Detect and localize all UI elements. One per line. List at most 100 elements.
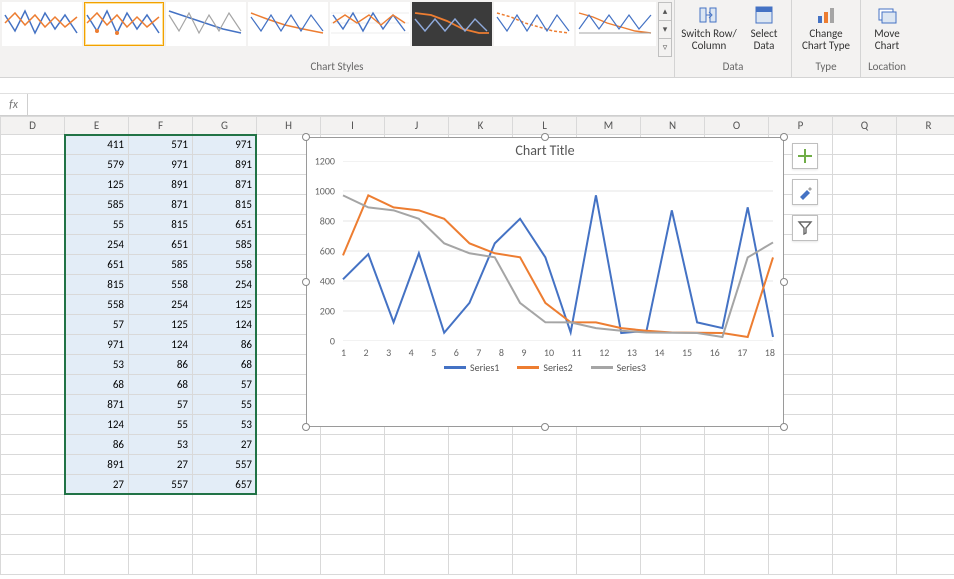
cell-O21[interactable] bbox=[705, 535, 769, 555]
cell-I21[interactable] bbox=[321, 535, 385, 555]
resize-handle-s[interactable] bbox=[541, 423, 549, 431]
cell-R6[interactable] bbox=[897, 235, 954, 255]
resize-handle-se[interactable] bbox=[780, 423, 788, 431]
change-chart-type-button[interactable]: Change Chart Type bbox=[798, 2, 854, 52]
cell-E2[interactable]: 579 bbox=[65, 155, 129, 175]
cell-I22[interactable] bbox=[321, 555, 385, 575]
cell-G16[interactable]: 27 bbox=[193, 435, 257, 455]
chart-filters-button[interactable] bbox=[792, 215, 818, 241]
column-header-L[interactable]: L bbox=[513, 117, 577, 135]
cell-D15[interactable] bbox=[1, 415, 65, 435]
cell-Q1[interactable] bbox=[833, 135, 897, 155]
cell-M20[interactable] bbox=[577, 515, 641, 535]
cell-D19[interactable] bbox=[1, 495, 65, 515]
cell-D14[interactable] bbox=[1, 395, 65, 415]
cell-R22[interactable] bbox=[897, 555, 954, 575]
cell-D5[interactable] bbox=[1, 215, 65, 235]
chart-plot-area[interactable]: 020040060080010001200 123456789101112131… bbox=[341, 161, 775, 355]
cell-H20[interactable] bbox=[257, 515, 321, 535]
cell-R17[interactable] bbox=[897, 455, 954, 475]
legend-Series1[interactable]: Series1 bbox=[444, 361, 499, 374]
cell-L21[interactable] bbox=[513, 535, 577, 555]
cell-D12[interactable] bbox=[1, 355, 65, 375]
cell-K22[interactable] bbox=[449, 555, 513, 575]
cell-Q14[interactable] bbox=[833, 395, 897, 415]
column-header-H[interactable]: H bbox=[257, 117, 321, 135]
embedded-chart[interactable]: Chart Title 020040060080010001200 123456… bbox=[306, 137, 784, 427]
cell-F8[interactable]: 558 bbox=[129, 275, 193, 295]
cell-F15[interactable]: 55 bbox=[129, 415, 193, 435]
cell-Q6[interactable] bbox=[833, 235, 897, 255]
column-header-G[interactable]: G bbox=[193, 117, 257, 135]
cell-L18[interactable] bbox=[513, 475, 577, 495]
cell-E7[interactable]: 651 bbox=[65, 255, 129, 275]
chart-style-8[interactable] bbox=[576, 2, 656, 46]
cell-F12[interactable]: 86 bbox=[129, 355, 193, 375]
fx-icon[interactable]: fx bbox=[0, 94, 28, 115]
cell-N18[interactable] bbox=[641, 475, 705, 495]
cell-E5[interactable]: 55 bbox=[65, 215, 129, 235]
cell-H16[interactable] bbox=[257, 435, 321, 455]
chevron-down-icon[interactable]: ▾ bbox=[658, 20, 672, 38]
resize-handle-nw[interactable] bbox=[302, 133, 310, 141]
cell-K18[interactable] bbox=[449, 475, 513, 495]
cell-E18[interactable]: 27 bbox=[65, 475, 129, 495]
cell-G2[interactable]: 891 bbox=[193, 155, 257, 175]
cell-R2[interactable] bbox=[897, 155, 954, 175]
chart-style-scroll[interactable]: ▴ ▾ ▿ bbox=[658, 2, 672, 57]
chart-style-1[interactable] bbox=[2, 2, 82, 46]
cell-M18[interactable] bbox=[577, 475, 641, 495]
cell-H17[interactable] bbox=[257, 455, 321, 475]
cell-F7[interactable]: 585 bbox=[129, 255, 193, 275]
cell-F21[interactable] bbox=[129, 535, 193, 555]
cell-D7[interactable] bbox=[1, 255, 65, 275]
cell-D10[interactable] bbox=[1, 315, 65, 335]
cell-O16[interactable] bbox=[705, 435, 769, 455]
cell-M19[interactable] bbox=[577, 495, 641, 515]
cell-E22[interactable] bbox=[65, 555, 129, 575]
cell-E14[interactable]: 871 bbox=[65, 395, 129, 415]
cell-O19[interactable] bbox=[705, 495, 769, 515]
resize-handle-e[interactable] bbox=[780, 278, 788, 286]
cell-R13[interactable] bbox=[897, 375, 954, 395]
cell-G1[interactable]: 971 bbox=[193, 135, 257, 155]
legend-Series2[interactable]: Series2 bbox=[517, 361, 572, 374]
cell-G4[interactable]: 815 bbox=[193, 195, 257, 215]
cell-F9[interactable]: 254 bbox=[129, 295, 193, 315]
cell-G22[interactable] bbox=[193, 555, 257, 575]
cell-E13[interactable]: 68 bbox=[65, 375, 129, 395]
cell-P16[interactable] bbox=[769, 435, 833, 455]
cell-J18[interactable] bbox=[385, 475, 449, 495]
cell-J22[interactable] bbox=[385, 555, 449, 575]
cell-N17[interactable] bbox=[641, 455, 705, 475]
cell-G5[interactable]: 651 bbox=[193, 215, 257, 235]
cell-E16[interactable]: 86 bbox=[65, 435, 129, 455]
cell-O18[interactable] bbox=[705, 475, 769, 495]
cell-E15[interactable]: 124 bbox=[65, 415, 129, 435]
cell-I19[interactable] bbox=[321, 495, 385, 515]
cell-M21[interactable] bbox=[577, 535, 641, 555]
cell-F4[interactable]: 871 bbox=[129, 195, 193, 215]
gallery-expand-icon[interactable]: ▿ bbox=[658, 38, 672, 57]
cell-M17[interactable] bbox=[577, 455, 641, 475]
cell-D11[interactable] bbox=[1, 335, 65, 355]
cell-F16[interactable]: 53 bbox=[129, 435, 193, 455]
cell-R18[interactable] bbox=[897, 475, 954, 495]
chart-title[interactable]: Chart Title bbox=[307, 138, 783, 161]
cell-R9[interactable] bbox=[897, 295, 954, 315]
cell-G17[interactable]: 557 bbox=[193, 455, 257, 475]
cell-F3[interactable]: 891 bbox=[129, 175, 193, 195]
cell-L22[interactable] bbox=[513, 555, 577, 575]
cell-K16[interactable] bbox=[449, 435, 513, 455]
cell-G14[interactable]: 55 bbox=[193, 395, 257, 415]
column-header-Q[interactable]: Q bbox=[833, 117, 897, 135]
cell-R21[interactable] bbox=[897, 535, 954, 555]
cell-L20[interactable] bbox=[513, 515, 577, 535]
cell-L16[interactable] bbox=[513, 435, 577, 455]
cell-E6[interactable]: 254 bbox=[65, 235, 129, 255]
cell-R3[interactable] bbox=[897, 175, 954, 195]
cell-D9[interactable] bbox=[1, 295, 65, 315]
cell-F10[interactable]: 125 bbox=[129, 315, 193, 335]
cell-P17[interactable] bbox=[769, 455, 833, 475]
cell-Q15[interactable] bbox=[833, 415, 897, 435]
